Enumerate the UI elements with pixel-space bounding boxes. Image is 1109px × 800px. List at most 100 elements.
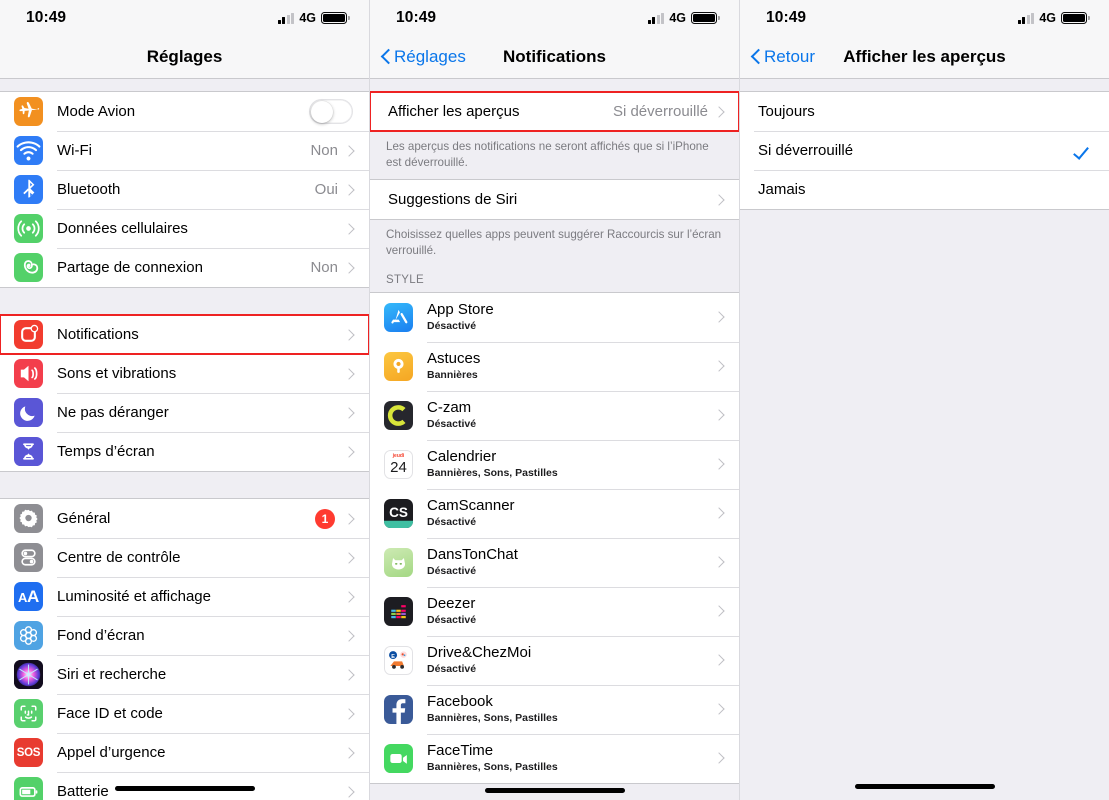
- chevron-right-icon: [713, 194, 725, 206]
- app-row-text: Calendrier Bannières, Sons, Pastilles: [427, 448, 715, 480]
- siri-footnote: Choisissez quelles apps peuvent suggérer…: [386, 228, 722, 257]
- status-badge: 1: [315, 508, 335, 529]
- settings-row-dnd[interactable]: Ne pas déranger: [0, 393, 369, 432]
- settings-row-bluetooth[interactable]: Bluetooth Oui: [0, 170, 369, 209]
- chevron-right-icon: [343, 707, 355, 720]
- settings-row-value: Non: [310, 259, 338, 276]
- face-id-icon: [14, 699, 43, 728]
- app-name: DansTonChat: [427, 545, 518, 563]
- status-bar-2: 10:49 4G: [370, 0, 739, 36]
- sos-icon: SOS: [14, 738, 43, 767]
- settings-row-control-center[interactable]: Centre de contrôle: [0, 538, 369, 577]
- row-value: Si déverrouillé: [612, 103, 708, 120]
- app-row-facetime[interactable]: FaceTime Bannières, Sons, Pastilles: [370, 733, 739, 783]
- settings-row-general[interactable]: Général 1: [0, 499, 369, 538]
- app-row-camscanner[interactable]: CS CamScanner Désactivé: [370, 488, 739, 538]
- settings-group-notifications: Notifications Sons et vibrations Ne pas …: [0, 314, 369, 472]
- option-row-si-deverrouille[interactable]: Si déverrouillé: [740, 131, 1109, 170]
- settings-row-face-id[interactable]: Face ID et code: [0, 694, 369, 733]
- chevron-right-icon: [343, 746, 355, 759]
- option-row-jamais[interactable]: Jamais: [740, 170, 1109, 209]
- settings-row-label: Centre de contrôle: [57, 549, 181, 566]
- settings-row-screen-time[interactable]: Temps d’écran: [0, 432, 369, 471]
- airplane-mode-toggle[interactable]: [309, 99, 353, 124]
- chevron-right-icon: [343, 222, 355, 235]
- drive-chezmoi-icon: E: [384, 645, 413, 675]
- wallpaper-icon: [14, 621, 43, 650]
- app-name: App Store: [427, 300, 494, 318]
- settings-row-label: Temps d’écran: [57, 443, 155, 460]
- settings-row-airplane-mode[interactable]: Mode Avion: [0, 92, 369, 131]
- general-gear-icon: [14, 504, 43, 533]
- settings-row-sounds[interactable]: Sons et vibrations: [0, 354, 369, 393]
- app-row-drive-chezmoi[interactable]: E Drive&ChezMoi Désactivé: [370, 635, 739, 685]
- status-clock: 10:49: [26, 9, 67, 26]
- hotspot-icon: [14, 253, 43, 282]
- svg-text:CS: CS: [389, 505, 408, 520]
- home-indicator: [484, 788, 625, 793]
- app-status: Bannières, Sons, Pastilles: [427, 711, 558, 724]
- chevron-right-icon: [713, 556, 725, 568]
- chevron-right-icon: [343, 144, 355, 157]
- app-name: Drive&ChezMoi: [427, 643, 532, 661]
- settings-row-label: Général: [57, 510, 111, 527]
- option-label: Si déverrouillé: [758, 142, 854, 159]
- settings-row-value: Non: [310, 142, 338, 159]
- chevron-right-icon: [713, 458, 725, 470]
- notifications-icon: [14, 320, 43, 349]
- app-status: Désactivé: [427, 319, 477, 332]
- status-clock: 10:49: [396, 9, 437, 26]
- back-button[interactable]: Retour: [750, 47, 815, 67]
- app-row-text: App Store Désactivé: [427, 300, 715, 333]
- app-row-calendrier[interactable]: jeudi 24 Calendrier Bannières, Sons, Pas…: [370, 439, 739, 489]
- screen-notifications: 10:49 4G Réglages Notifications Afficher…: [370, 0, 740, 800]
- chevron-right-icon: [713, 654, 725, 666]
- chevron-right-icon: [713, 409, 725, 421]
- screen-settings: 10:49 4G Réglages Mode Avion Wi-Fi Non B…: [0, 0, 370, 800]
- row-siri-suggestions[interactable]: Suggestions de Siri: [370, 180, 739, 220]
- settings-row-display[interactable]: AA Luminosité et affichage: [0, 577, 369, 616]
- chevron-left-icon: [750, 48, 761, 66]
- app-row-danstonchat[interactable]: DansTonChat Désactivé: [370, 537, 739, 587]
- danstonchat-icon: [384, 547, 413, 577]
- app-row-czam[interactable]: C-zam Désactivé: [370, 390, 739, 440]
- siri-icon: [14, 660, 43, 689]
- settings-row-emergency[interactable]: SOS Appel d’urgence: [0, 733, 369, 772]
- app-row-astuces[interactable]: Astuces Bannières: [370, 341, 739, 391]
- settings-row-wifi[interactable]: Wi-Fi Non: [0, 131, 369, 170]
- app-row-text: Astuces Bannières: [427, 350, 715, 382]
- app-row-facebook[interactable]: Facebook Bannières, Sons, Pastilles: [370, 684, 739, 734]
- settings-row-cellular[interactable]: Données cellulaires: [0, 209, 369, 248]
- do-not-disturb-icon: [14, 398, 43, 427]
- app-row-text: C-zam Désactivé: [427, 399, 715, 431]
- option-row-toujours[interactable]: Toujours: [740, 92, 1109, 131]
- app-status: Désactivé: [427, 662, 477, 675]
- signal-strength-icon: [277, 12, 295, 24]
- calendar-icon: jeudi 24: [384, 449, 413, 479]
- group-app-list: App Store Désactivé Astuces Bannières C-…: [370, 291, 739, 784]
- settings-group-system: Général 1 Centre de contrôle AA Luminosi…: [0, 498, 369, 800]
- option-label: Toujours: [758, 103, 815, 120]
- settings-row-label: Face ID et code: [57, 705, 163, 722]
- group-preview-options: Toujours Si déverrouillé Jamais: [740, 91, 1109, 210]
- row-show-previews[interactable]: Afficher les aperçus Si déverrouillé: [370, 91, 739, 132]
- settings-row-label: Partage de connexion: [57, 259, 203, 276]
- settings-row-notifications[interactable]: Notifications: [0, 314, 369, 355]
- settings-row-label: Siri et recherche: [57, 666, 167, 683]
- chevron-right-icon: [343, 367, 355, 380]
- settings-row-wallpaper[interactable]: Fond d’écran: [0, 616, 369, 655]
- app-row-deezer[interactable]: Deezer Désactivé: [370, 586, 739, 636]
- app-status: Désactivé: [427, 564, 477, 577]
- app-row-app-store[interactable]: App Store Désactivé: [370, 292, 739, 342]
- settings-row-hotspot[interactable]: Partage de connexion Non: [0, 248, 369, 287]
- app-name: FaceTime: [427, 741, 494, 759]
- screen-time-icon: [14, 437, 43, 466]
- battery-icon: [1061, 11, 1090, 25]
- settings-row-label: Wi-Fi: [57, 142, 92, 159]
- group-siri-suggestions: Suggestions de Siri: [370, 179, 739, 221]
- app-status: Bannières: [427, 368, 478, 381]
- app-row-text: CamScanner Désactivé: [427, 497, 715, 529]
- chevron-right-icon: [343, 590, 355, 603]
- settings-row-siri[interactable]: Siri et recherche: [0, 655, 369, 694]
- back-button[interactable]: Réglages: [380, 47, 466, 67]
